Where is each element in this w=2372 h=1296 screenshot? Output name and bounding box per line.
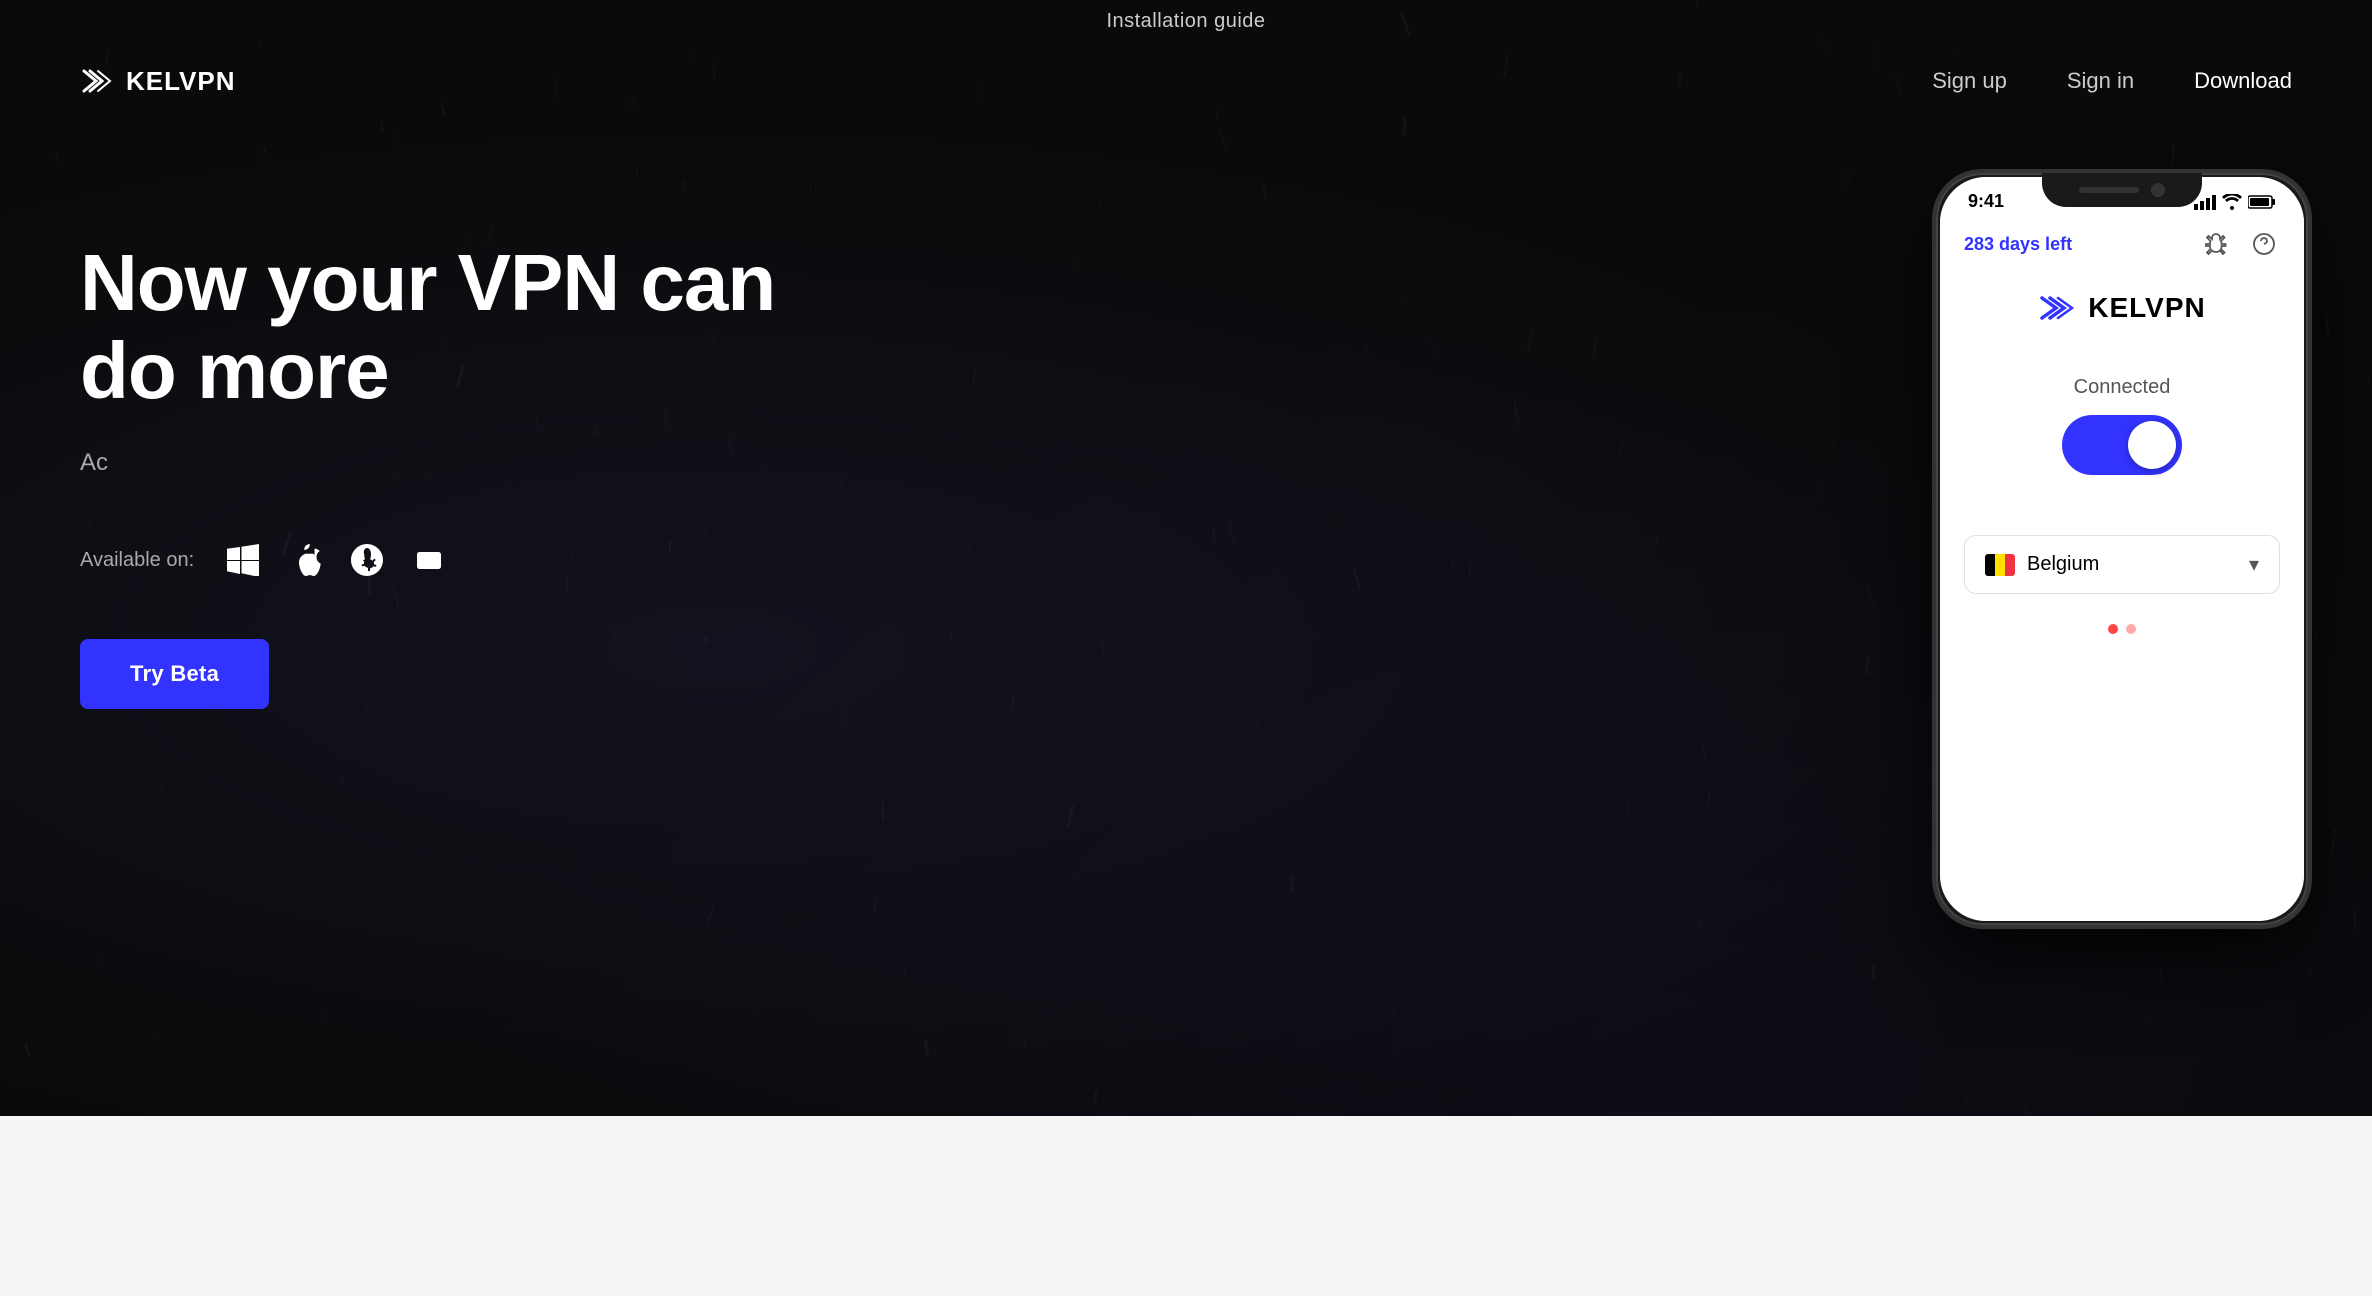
bg-dash bbox=[24, 1043, 30, 1057]
bg-dash bbox=[754, 1008, 760, 1024]
app-logo: KELVPN bbox=[2038, 290, 2206, 326]
bg-dash bbox=[154, 1033, 156, 1049]
bg-dash bbox=[1367, 1092, 1371, 1099]
bg-dash bbox=[1599, 962, 1608, 986]
phone-notch bbox=[2042, 173, 2202, 207]
bg-dash bbox=[1024, 1039, 1026, 1049]
app-logo-text: KELVPN bbox=[2088, 292, 2206, 324]
help-icon[interactable] bbox=[2248, 228, 2280, 260]
try-beta-button[interactable]: Try Beta bbox=[80, 639, 269, 709]
app-logo-icon bbox=[2038, 290, 2078, 326]
wifi-icon bbox=[2222, 194, 2242, 210]
nav-download[interactable]: Download bbox=[2194, 68, 2292, 94]
phone-screen: 9:41 bbox=[1940, 177, 2304, 921]
navbar: KELVPN Sign up Sign in Download bbox=[0, 43, 2372, 119]
hero-content: Now your VPN can do more Ac Available on… bbox=[80, 199, 780, 709]
macos-icon[interactable] bbox=[286, 541, 324, 579]
bg-dash bbox=[1312, 1024, 1315, 1042]
windows-icon[interactable] bbox=[224, 541, 262, 579]
connection-status-label: Connected bbox=[2074, 376, 2171, 399]
bg-dash bbox=[924, 1039, 929, 1056]
app-top-bar: 283 days left bbox=[1964, 228, 2280, 260]
status-time: 9:41 bbox=[1968, 191, 2004, 212]
app-action-icons bbox=[2200, 228, 2280, 260]
bg-dash bbox=[1966, 1099, 1969, 1106]
phone-camera bbox=[2151, 183, 2165, 197]
dot-2 bbox=[2126, 624, 2136, 634]
available-label: Available on: bbox=[80, 549, 194, 572]
phone-speaker bbox=[2079, 187, 2139, 193]
nav-signup[interactable]: Sign up bbox=[1932, 68, 2007, 94]
location-left: Belgium bbox=[1985, 553, 2099, 576]
platform-icons bbox=[224, 541, 448, 579]
banner-text: Installation guide bbox=[1106, 10, 1265, 32]
android-icon[interactable] bbox=[410, 541, 448, 579]
bg-dash bbox=[2308, 966, 2314, 979]
bg-dash bbox=[902, 961, 908, 981]
nav-signin[interactable]: Sign in bbox=[2067, 68, 2134, 94]
logo[interactable]: KELVPN bbox=[80, 63, 236, 99]
days-left: 283 days left bbox=[1964, 234, 2072, 255]
phone-mockup: 9:41 bbox=[1932, 169, 2312, 929]
bottom-section bbox=[0, 1116, 2372, 1296]
pagination-dots bbox=[2108, 624, 2136, 634]
bg-dash bbox=[1390, 1006, 1396, 1023]
vpn-toggle[interactable] bbox=[2062, 415, 2182, 475]
logo-icon bbox=[80, 63, 116, 99]
bg-dash bbox=[325, 1009, 327, 1027]
bg-dash bbox=[2147, 1008, 2151, 1024]
phone-frame: 9:41 bbox=[1932, 169, 2312, 929]
nav-links: Sign up Sign in Download bbox=[1932, 68, 2292, 94]
chevron-down-icon: ▾ bbox=[2249, 552, 2259, 577]
available-on: Available on: bbox=[80, 541, 780, 579]
bg-dash bbox=[1094, 1091, 1097, 1103]
logo-text: KELVPN bbox=[126, 66, 236, 97]
hero-section: Now your VPN can do more Ac Available on… bbox=[0, 119, 2372, 959]
bg-dash bbox=[1872, 963, 1875, 979]
installation-guide-banner[interactable]: Installation guide bbox=[0, 0, 2372, 43]
toggle-knob bbox=[2128, 421, 2176, 469]
phone-app-content: 283 days left bbox=[1940, 218, 2304, 921]
dot-1 bbox=[2108, 624, 2118, 634]
bug-icon[interactable] bbox=[2200, 228, 2232, 260]
belgium-flag bbox=[1985, 554, 2015, 576]
location-name: Belgium bbox=[2027, 553, 2099, 576]
linux-icon[interactable] bbox=[348, 541, 386, 579]
battery-icon bbox=[2248, 194, 2276, 210]
hero-title: Now your VPN can do more bbox=[80, 239, 780, 415]
status-icons bbox=[2194, 194, 2276, 210]
bg-dash bbox=[2159, 963, 2164, 989]
bg-dash bbox=[1309, 1070, 1314, 1090]
hero-subtitle: Ac bbox=[80, 445, 780, 481]
bg-dash bbox=[1137, 1025, 1141, 1045]
bg-dash bbox=[2262, 1011, 2264, 1020]
location-selector[interactable]: Belgium ▾ bbox=[1964, 535, 2280, 594]
